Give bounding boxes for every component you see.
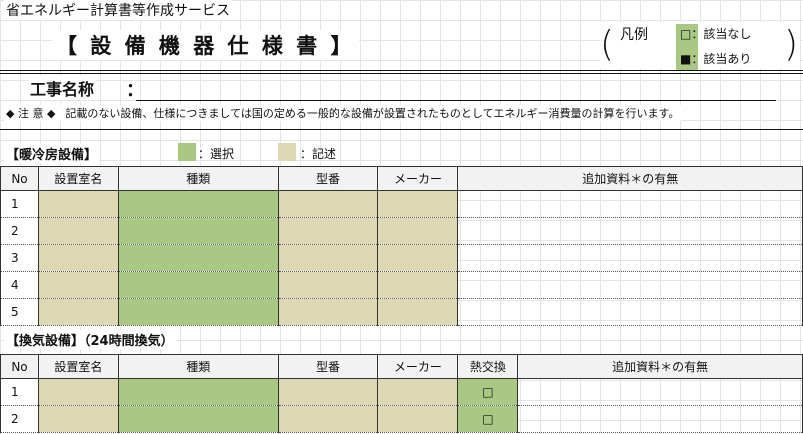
- col-heat-exchange: 熱交換: [457, 354, 519, 379]
- table-row: 5: [0, 298, 803, 326]
- model-number-cell[interactable]: [277, 378, 379, 406]
- room-name-cell[interactable]: [37, 271, 119, 299]
- legend-not-applicable: □：該当なし: [680, 27, 752, 41]
- write-key-swatch: [278, 143, 296, 161]
- maker-cell[interactable]: [377, 298, 459, 326]
- col-no: No: [0, 354, 39, 379]
- maker-cell[interactable]: [377, 217, 459, 245]
- notice-rule: [0, 129, 803, 130]
- maker-cell[interactable]: [377, 271, 459, 299]
- write-key-label: ：記述: [300, 147, 337, 161]
- maker-cell[interactable]: [377, 244, 459, 272]
- col-model-number: 型番: [277, 354, 379, 379]
- table-row: 2 □: [0, 405, 803, 433]
- model-number-cell[interactable]: [277, 298, 379, 326]
- model-number-cell[interactable]: [277, 244, 379, 272]
- heat-exchange-checkbox[interactable]: □: [457, 378, 519, 406]
- heat-exchange-checkbox[interactable]: □: [457, 405, 519, 433]
- title-rule: [0, 70, 803, 71]
- heating-cooling-section-title: 【暖冷房設備】: [4, 144, 100, 163]
- project-name-field[interactable]: [136, 100, 776, 101]
- row-number: 1: [0, 190, 39, 218]
- model-number-cell[interactable]: [277, 217, 379, 245]
- ventilation-section-title: 【換気設備】（24時間換気）: [4, 330, 176, 349]
- additional-docs-cell[interactable]: [457, 271, 803, 299]
- table-row: 2: [0, 217, 803, 245]
- col-additional-docs: 追加資料＊の有無: [517, 354, 803, 379]
- legend-label: 凡例: [620, 27, 648, 43]
- additional-docs-cell[interactable]: [517, 378, 803, 406]
- col-no: No: [0, 166, 39, 191]
- legend-open-paren: (: [600, 24, 615, 65]
- col-maker: メーカー: [377, 166, 459, 191]
- row-number: 3: [0, 244, 39, 272]
- additional-docs-cell[interactable]: [457, 244, 803, 272]
- type-select-cell[interactable]: [117, 217, 279, 245]
- row-number: 1: [0, 378, 39, 406]
- additional-docs-cell[interactable]: [457, 190, 803, 218]
- type-select-cell[interactable]: [117, 378, 279, 406]
- col-room-name: 設置室名: [37, 354, 119, 379]
- notice-text: 記載のない設備、仕様につきましては国の定める一般的な設備が設置されたものとしてエ…: [65, 107, 680, 120]
- table-row: 3: [0, 244, 803, 272]
- ventilation-table: No 設置室名 種類 型番 メーカー 熱交換 追加資料＊の有無 1 □ 2 □: [0, 354, 803, 433]
- model-number-cell[interactable]: [277, 405, 379, 433]
- additional-docs-cell[interactable]: [517, 405, 803, 433]
- col-maker: メーカー: [377, 354, 459, 379]
- additional-docs-cell[interactable]: [457, 217, 803, 245]
- project-name-label: 工事名称: [28, 76, 97, 100]
- select-key-swatch: [178, 143, 196, 161]
- type-select-cell[interactable]: [117, 298, 279, 326]
- type-select-cell[interactable]: [117, 271, 279, 299]
- heating-cooling-table: No 設置室名 種類 型番 メーカー 追加資料＊の有無 1 2 3 4 5: [0, 166, 803, 326]
- col-type: 種類: [117, 354, 279, 379]
- legend-close-paren: ): [784, 24, 799, 65]
- row-number: 2: [0, 405, 39, 433]
- type-select-cell[interactable]: [117, 244, 279, 272]
- room-name-cell[interactable]: [37, 405, 119, 433]
- maker-cell[interactable]: [377, 190, 459, 218]
- row-number: 2: [0, 217, 39, 245]
- select-key-label: ：選択: [198, 147, 235, 161]
- table-row: 1: [0, 190, 803, 218]
- type-select-cell[interactable]: [117, 190, 279, 218]
- row-number: 4: [0, 271, 39, 299]
- additional-docs-cell[interactable]: [457, 298, 803, 326]
- maker-cell[interactable]: [377, 405, 459, 433]
- type-select-cell[interactable]: [117, 405, 279, 433]
- room-name-cell[interactable]: [37, 217, 119, 245]
- model-number-cell[interactable]: [277, 271, 379, 299]
- table-row: 1 □: [0, 378, 803, 406]
- maker-cell[interactable]: [377, 378, 459, 406]
- room-name-cell[interactable]: [37, 298, 119, 326]
- col-type: 種類: [117, 166, 279, 191]
- room-name-cell[interactable]: [37, 244, 119, 272]
- project-name-colon: ：: [126, 80, 144, 101]
- room-name-cell[interactable]: [37, 190, 119, 218]
- title-rule-double: [0, 73, 803, 74]
- model-number-cell[interactable]: [277, 190, 379, 218]
- row-number: 5: [0, 298, 39, 326]
- room-name-cell[interactable]: [37, 378, 119, 406]
- document-title: 【 設 備 機 器 仕 様 書 】: [52, 30, 359, 60]
- table-row: 4: [0, 271, 803, 299]
- col-additional-docs: 追加資料＊の有無: [457, 166, 803, 191]
- notice: ◆ 注 意 ◆ 記載のない設備、仕様につきましては国の定める一般的な設備が設置され…: [4, 105, 682, 121]
- notice-heading: ◆ 注 意 ◆: [6, 107, 56, 120]
- col-room-name: 設置室名: [37, 166, 119, 191]
- service-name: 省エネルギー計算書等作成サービス: [4, 0, 232, 20]
- legend-applicable: ■：該当あり: [680, 52, 752, 66]
- col-model-number: 型番: [277, 166, 379, 191]
